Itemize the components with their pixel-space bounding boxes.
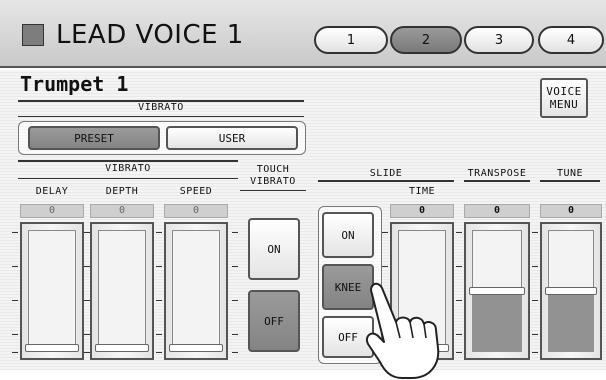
scale-tick — [84, 232, 90, 233]
slide-heading: SLIDE — [369, 168, 403, 179]
scale-tick — [382, 266, 388, 267]
scale-tick — [12, 352, 18, 353]
touch-vibrato-off-button[interactable]: OFF — [248, 290, 300, 352]
scale-tick — [84, 266, 90, 267]
scale-tick — [12, 266, 18, 267]
touch-vibrato-label-1: TOUCH — [256, 164, 290, 175]
tab-2[interactable]: 2 — [390, 26, 462, 54]
scale-tick — [456, 266, 462, 267]
tab-1[interactable]: 1 — [314, 26, 388, 54]
touch-vibrato-heading: TOUCH VIBRATO — [240, 164, 306, 188]
delay-label: DELAY — [35, 186, 69, 197]
scale-tick — [532, 232, 538, 233]
voice-color-icon — [22, 24, 44, 46]
tune-heading: TUNE — [556, 168, 584, 179]
delay-value: 0 — [20, 204, 84, 218]
scale-tick — [84, 300, 90, 301]
title-bar: LEAD VOICE 1 1 2 3 4 — [0, 0, 606, 68]
scale-tick — [532, 352, 538, 353]
scale-tick — [12, 334, 18, 335]
scale-tick — [532, 334, 538, 335]
scale-tick — [232, 300, 238, 301]
speed-value: 0 — [164, 204, 228, 218]
transpose-value: 0 — [464, 204, 530, 218]
scale-tick — [156, 300, 162, 301]
user-button[interactable]: USER — [166, 126, 298, 150]
scale-tick — [84, 352, 90, 353]
tune-value: 0 — [540, 204, 602, 218]
transpose-slider[interactable] — [464, 222, 530, 360]
pointing-hand-icon — [366, 282, 440, 379]
transpose-heading: TRANSPOSE — [467, 168, 527, 179]
scale-tick — [232, 266, 238, 267]
scale-tick — [456, 232, 462, 233]
scale-tick — [232, 334, 238, 335]
vibrato-heading: VIBRATO — [105, 163, 151, 174]
scale-tick — [232, 352, 238, 353]
time-value: 0 — [390, 204, 454, 218]
voice-menu-button[interactable]: VOICE MENU — [540, 78, 588, 118]
scale-tick — [156, 232, 162, 233]
scale-tick — [532, 266, 538, 267]
speed-label: SPEED — [179, 186, 213, 197]
voice-name: Trumpet 1 — [20, 72, 129, 96]
depth-slider[interactable] — [90, 222, 154, 360]
page-title: LEAD VOICE 1 — [56, 20, 244, 50]
depth-value: 0 — [90, 204, 154, 218]
time-label: TIME — [408, 186, 436, 197]
tune-slider[interactable] — [540, 222, 602, 360]
scale-tick — [156, 334, 162, 335]
touch-vibrato-on-button[interactable]: ON — [248, 218, 300, 280]
scale-tick — [156, 266, 162, 267]
tab-4[interactable]: 4 — [538, 26, 604, 54]
speed-slider[interactable] — [164, 222, 228, 360]
slide-on-button[interactable]: ON — [322, 212, 374, 258]
voice-menu-label-1: VOICE — [546, 85, 582, 98]
depth-label: DEPTH — [105, 186, 139, 197]
scale-tick — [12, 300, 18, 301]
voice-menu-label-2: MENU — [549, 98, 579, 111]
scale-tick — [532, 300, 538, 301]
scale-tick — [12, 232, 18, 233]
vibrato-mode-heading: VIBRATO — [138, 102, 184, 113]
scale-tick — [84, 334, 90, 335]
scale-tick — [232, 232, 238, 233]
touch-vibrato-label-2: VIBRATO — [250, 176, 296, 187]
scale-tick — [382, 232, 388, 233]
scale-tick — [156, 352, 162, 353]
delay-slider[interactable] — [20, 222, 84, 360]
tab-3[interactable]: 3 — [464, 26, 534, 54]
preset-button[interactable]: PRESET — [28, 126, 160, 150]
